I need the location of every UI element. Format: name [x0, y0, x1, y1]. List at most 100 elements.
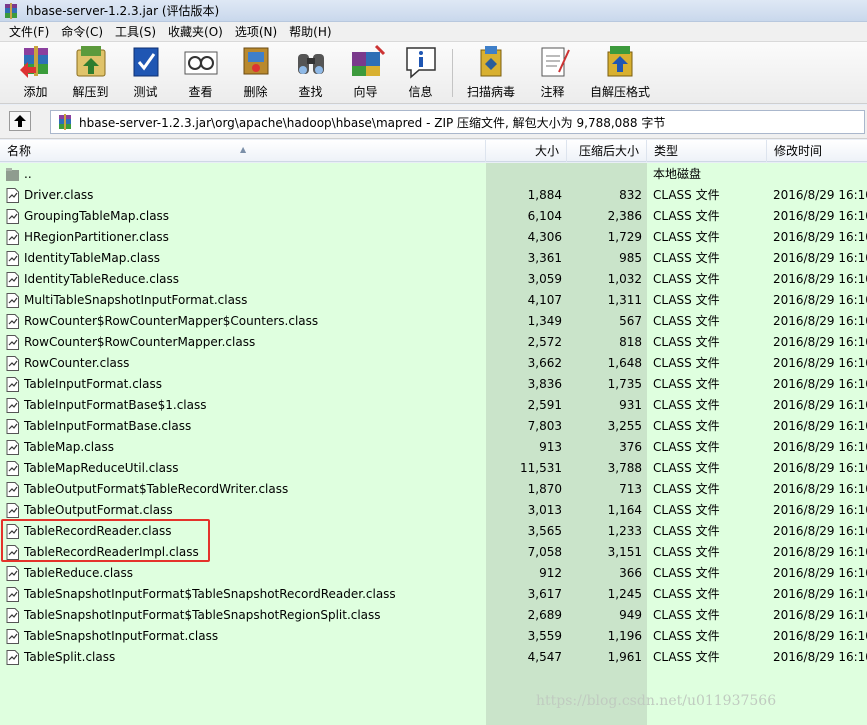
class-file-icon [6, 587, 19, 602]
file-name: TableSnapshotInputFormat$TableSnapshotRe… [24, 587, 396, 601]
file-name-cell: IdentityTableMap.class [6, 248, 484, 269]
file-row[interactable]: MultiTableSnapshotInputFormat.class 4,107… [0, 290, 867, 311]
test-button[interactable]: 测试 [118, 43, 173, 103]
file-row[interactable]: TableOutputFormat$TableRecordWriter.clas… [0, 479, 867, 500]
file-name-cell: Driver.class [6, 185, 484, 206]
file-type: CLASS 文件 [653, 587, 720, 601]
column-name[interactable]: 名称 ▲ [0, 140, 486, 162]
view-button[interactable]: 查看 [173, 43, 228, 103]
info-button[interactable]: 信息 [393, 43, 448, 103]
file-packed-size: 1,961 [607, 650, 642, 664]
file-packed-size: 985 [619, 251, 642, 265]
path-field[interactable]: hbase-server-1.2.3.jar\org\apache\hadoop… [50, 110, 865, 134]
file-name-cell: IdentityTableReduce.class [6, 269, 484, 290]
file-modified: 2016/8/29 16:10 [773, 461, 867, 475]
add-button[interactable]: 添加 [8, 43, 63, 103]
column-type[interactable]: 类型 [647, 140, 767, 162]
menu-bar: 文件(F) 命令(C) 工具(S) 收藏夹(O) 选项(N) 帮助(H) [0, 22, 867, 42]
file-row[interactable]: TableSnapshotInputFormat.class 3,559 1,196… [0, 626, 867, 647]
file-name: Driver.class [24, 188, 94, 202]
menu-tools[interactable]: 工具(S) [110, 23, 161, 40]
class-file-icon [6, 650, 19, 665]
class-file-icon [6, 482, 19, 497]
file-type: CLASS 文件 [653, 566, 720, 580]
file-packed-size: 949 [619, 608, 642, 622]
file-row[interactable]: TableRecordReader.class 3,565 1,233 CLASS 文… [0, 521, 867, 542]
file-type: CLASS 文件 [653, 440, 720, 454]
class-file-icon [6, 503, 19, 518]
file-name-cell: TableInputFormatBase.class [6, 416, 484, 437]
delete-icon [243, 47, 268, 75]
class-file-icon [6, 272, 19, 287]
view-icon [184, 51, 217, 75]
file-size: 6,104 [527, 209, 562, 223]
column-size[interactable]: 大小 [486, 140, 567, 162]
column-header: 名称 ▲ 大小 压缩后大小 类型 修改时间 [0, 140, 867, 162]
file-list[interactable]: .. 本地磁盘 Driver.class 1,884 832 CLASS 文件 2016… [0, 163, 867, 725]
file-type: CLASS 文件 [653, 398, 720, 412]
file-packed-size: 1,032 [607, 272, 642, 286]
file-packed-size: 3,255 [607, 419, 642, 433]
file-packed-size: 1,245 [607, 587, 642, 601]
comment-button[interactable]: 注释 [525, 43, 580, 103]
menu-file[interactable]: 文件(F) [4, 23, 54, 40]
column-packed-size[interactable]: 压缩后大小 [567, 140, 647, 162]
file-packed-size: 931 [619, 398, 642, 412]
file-row[interactable]: RowCounter.class 3,662 1,648 CLASS 文件 2016/8… [0, 353, 867, 374]
find-button[interactable]: 查找 [283, 43, 338, 103]
file-packed-size: 713 [619, 482, 642, 496]
file-row[interactable]: TableReduce.class 912 366 CLASS 文件 2016/8/29… [0, 563, 867, 584]
path-text: hbase-server-1.2.3.jar\org\apache\hadoop… [79, 115, 666, 130]
file-row[interactable]: IdentityTableMap.class 3,361 985 CLASS 文件 20… [0, 248, 867, 269]
wizard-button[interactable]: 向导 [338, 43, 393, 103]
menu-commands[interactable]: 命令(C) [56, 23, 108, 40]
class-file-icon [6, 293, 19, 308]
class-file-icon [6, 209, 19, 224]
file-row[interactable]: TableInputFormatBase$1.class 2,591 931 CLAS… [0, 395, 867, 416]
file-row[interactable]: TableOutputFormat.class 3,013 1,164 CLASS 文… [0, 500, 867, 521]
file-type: CLASS 文件 [653, 377, 720, 391]
parent-folder-row[interactable]: .. 本地磁盘 [0, 164, 867, 185]
file-row[interactable]: TableInputFormatBase.class 7,803 3,255 CLAS… [0, 416, 867, 437]
file-name: GroupingTableMap.class [24, 209, 170, 223]
file-row[interactable]: Driver.class 1,884 832 CLASS 文件 2016/8/29 16… [0, 185, 867, 206]
menu-favorites[interactable]: 收藏夹(O) [163, 23, 228, 40]
file-modified: 2016/8/29 16:10 [773, 335, 867, 349]
virus-scan-button[interactable]: 扫描病毒 [457, 43, 525, 103]
file-name: TableMapReduceUtil.class [24, 461, 179, 475]
file-row[interactable]: RowCounter$RowCounterMapper$Counters.cla… [0, 311, 867, 332]
file-row[interactable]: RowCounter$RowCounterMapper.class 2,572 81… [0, 332, 867, 353]
file-size: 3,013 [527, 503, 562, 517]
class-file-icon [6, 524, 19, 539]
column-modified[interactable]: 修改时间 [767, 140, 867, 162]
menu-help[interactable]: 帮助(H) [284, 23, 336, 40]
file-row[interactable]: HRegionPartitioner.class 4,306 1,729 CLASS … [0, 227, 867, 248]
file-modified: 2016/8/29 16:10 [773, 314, 867, 328]
sfx-button[interactable]: 自解压格式 [580, 43, 660, 103]
class-file-icon [6, 419, 19, 434]
file-name-cell: RowCounter.class [6, 353, 484, 374]
file-type: CLASS 文件 [653, 650, 720, 664]
file-name-cell: TableRecordReader.class [6, 521, 484, 542]
file-size: 3,059 [527, 272, 562, 286]
file-size: 4,547 [527, 650, 562, 664]
file-row[interactable]: GroupingTableMap.class 6,104 2,386 CLASS 文件… [0, 206, 867, 227]
file-row[interactable]: TableRecordReaderImpl.class 7,058 3,151 CLA… [0, 542, 867, 563]
menu-options[interactable]: 选项(N) [230, 23, 282, 40]
file-row[interactable]: TableSnapshotInputFormat$TableSnapshotRe… [0, 605, 867, 626]
file-name: IdentityTableReduce.class [24, 272, 180, 286]
file-type: CLASS 文件 [653, 188, 720, 202]
file-row[interactable]: TableSnapshotInputFormat$TableSnapshotRe… [0, 584, 867, 605]
toolbar-separator [452, 49, 453, 97]
up-folder-button[interactable] [9, 111, 31, 131]
info-icon [405, 47, 436, 79]
file-row[interactable]: TableInputFormat.class 3,836 1,735 CLASS 文件… [0, 374, 867, 395]
file-size: 912 [539, 566, 562, 580]
extract-to-button[interactable]: 解压到 [63, 43, 118, 103]
delete-button[interactable]: 删除 [228, 43, 283, 103]
file-row[interactable]: IdentityTableReduce.class 3,059 1,032 CLASS… [0, 269, 867, 290]
file-row[interactable]: TableSplit.class 4,547 1,961 CLASS 文件 2016/8… [0, 647, 867, 668]
virus-scan-icon [480, 46, 502, 77]
file-row[interactable]: TableMapReduceUtil.class 11,531 3,788 CLASS… [0, 458, 867, 479]
file-row[interactable]: TableMap.class 913 376 CLASS 文件 2016/8/29 16… [0, 437, 867, 458]
